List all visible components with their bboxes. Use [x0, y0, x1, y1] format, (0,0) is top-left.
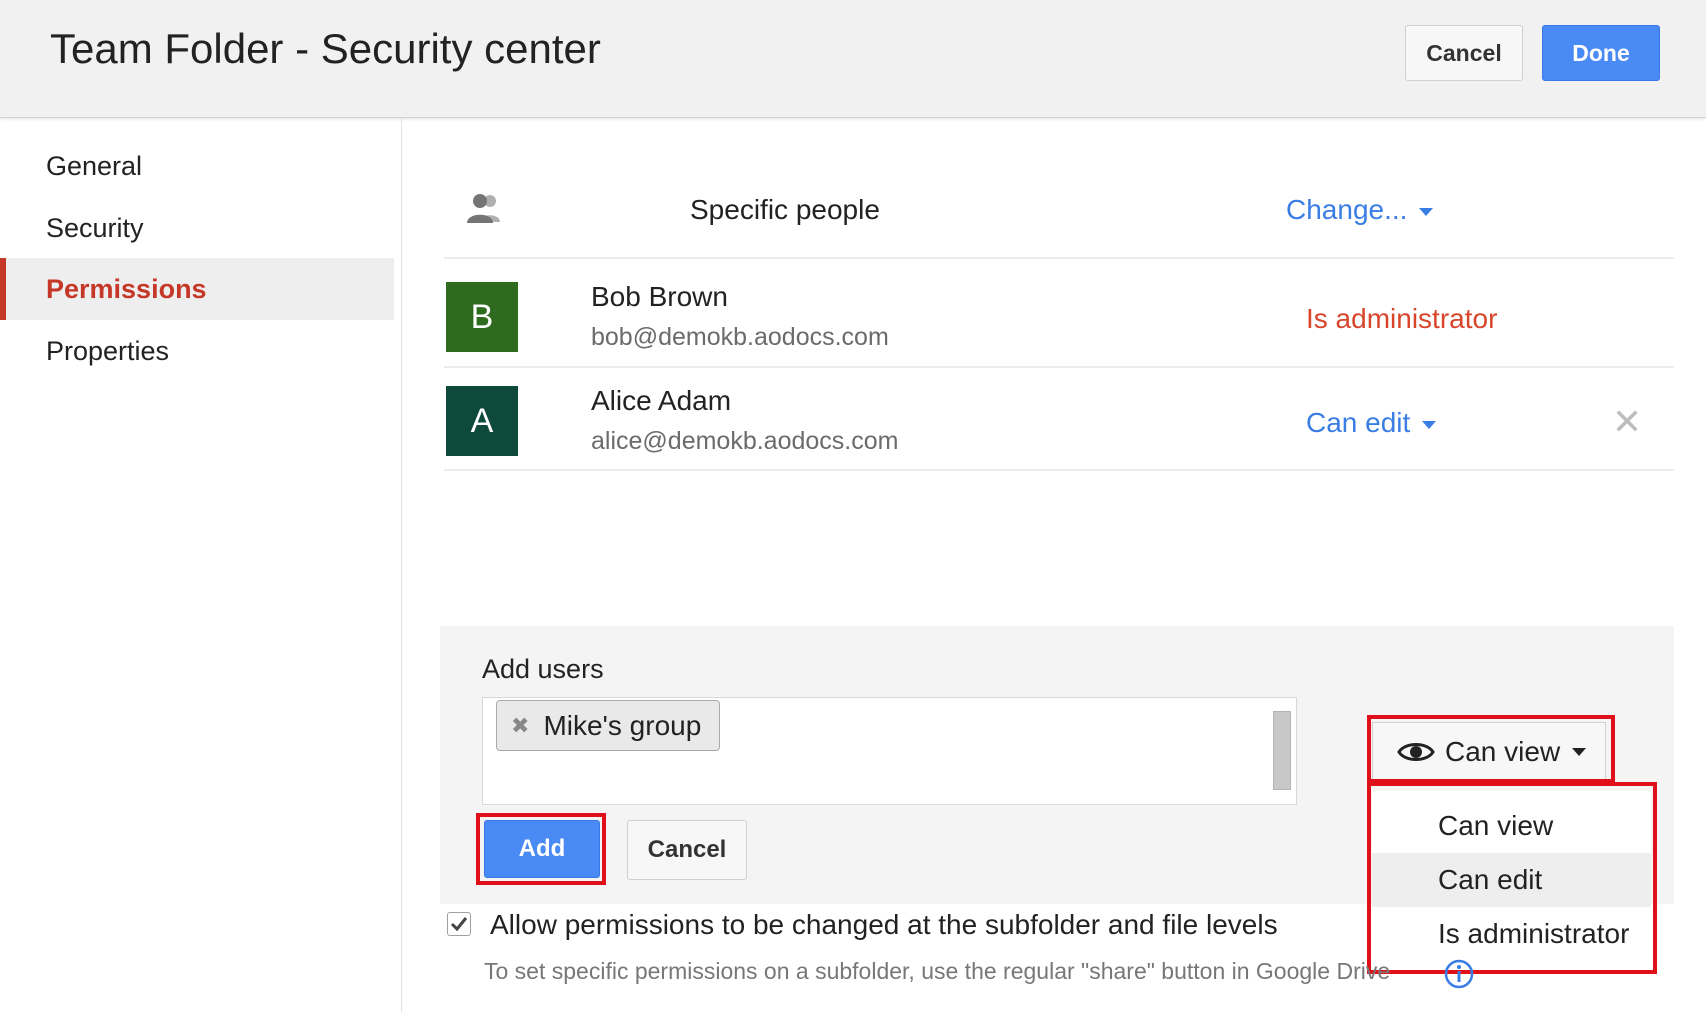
highlight-box: [1367, 782, 1657, 974]
sidebar-item-label: Permissions: [46, 273, 207, 304]
sidebar-item-label: Properties: [46, 335, 170, 366]
sidebar-item-general[interactable]: General: [0, 135, 394, 197]
allow-subfolder-checkbox[interactable]: [447, 912, 471, 936]
avatar: B: [446, 282, 518, 352]
avatar: A: [446, 386, 518, 456]
hint-text: To set specific permissions on a subfold…: [484, 958, 1391, 984]
input-scrollbar[interactable]: [1273, 711, 1291, 790]
checkmark-icon: [450, 917, 468, 932]
row-divider: [444, 257, 1674, 259]
highlight-box: [1367, 715, 1615, 783]
role-label: Can edit: [1306, 407, 1411, 438]
change-label: Change...: [1286, 194, 1408, 225]
header-cancel-button[interactable]: Cancel: [1405, 25, 1523, 81]
row-divider: [444, 469, 1674, 471]
chevron-down-icon: [1422, 420, 1437, 429]
user-name: Alice Adam: [591, 385, 732, 416]
remove-user-icon[interactable]: ✕: [1612, 404, 1642, 440]
add-users-label: Add users: [482, 654, 604, 684]
info-icon[interactable]: [1443, 958, 1475, 995]
role-dropdown[interactable]: Can edit: [1306, 407, 1437, 439]
sidebar-item-properties[interactable]: Properties: [0, 320, 394, 382]
sidebar-item-label: Security: [46, 212, 144, 243]
sidebar-item-permissions[interactable]: Permissions: [0, 258, 394, 320]
user-email: alice@demokb.aodocs.com: [591, 427, 899, 455]
sidebar-item-security[interactable]: Security: [0, 197, 394, 259]
change-scope-dropdown[interactable]: Change...: [1286, 194, 1434, 226]
user-email: bob@demokb.aodocs.com: [591, 323, 889, 351]
active-indicator: [0, 258, 6, 320]
chip-remove-icon[interactable]: ✖: [511, 713, 529, 739]
chip-label: Mike's group: [543, 709, 702, 741]
chevron-down-icon: [1419, 207, 1434, 216]
user-chip: ✖ Mike's group: [496, 700, 720, 751]
allow-subfolder-label: Allow permissions to be changed at the s…: [490, 909, 1278, 940]
people-icon: [464, 192, 504, 231]
page-title: Team Folder - Security center: [50, 25, 601, 72]
sharing-scope-label: Specific people: [690, 194, 880, 225]
header-bar: Team Folder - Security center Cancel Don…: [0, 0, 1706, 118]
add-cancel-button[interactable]: Cancel: [627, 820, 747, 880]
sidebar-item-label: General: [46, 150, 143, 181]
sidebar: General Security Permissions Properties: [0, 118, 402, 1012]
user-role: Is administrator: [1306, 303, 1498, 334]
highlight-box: [476, 813, 606, 885]
user-name: Bob Brown: [591, 281, 728, 312]
done-button[interactable]: Done: [1542, 25, 1660, 81]
row-divider: [444, 366, 1674, 368]
